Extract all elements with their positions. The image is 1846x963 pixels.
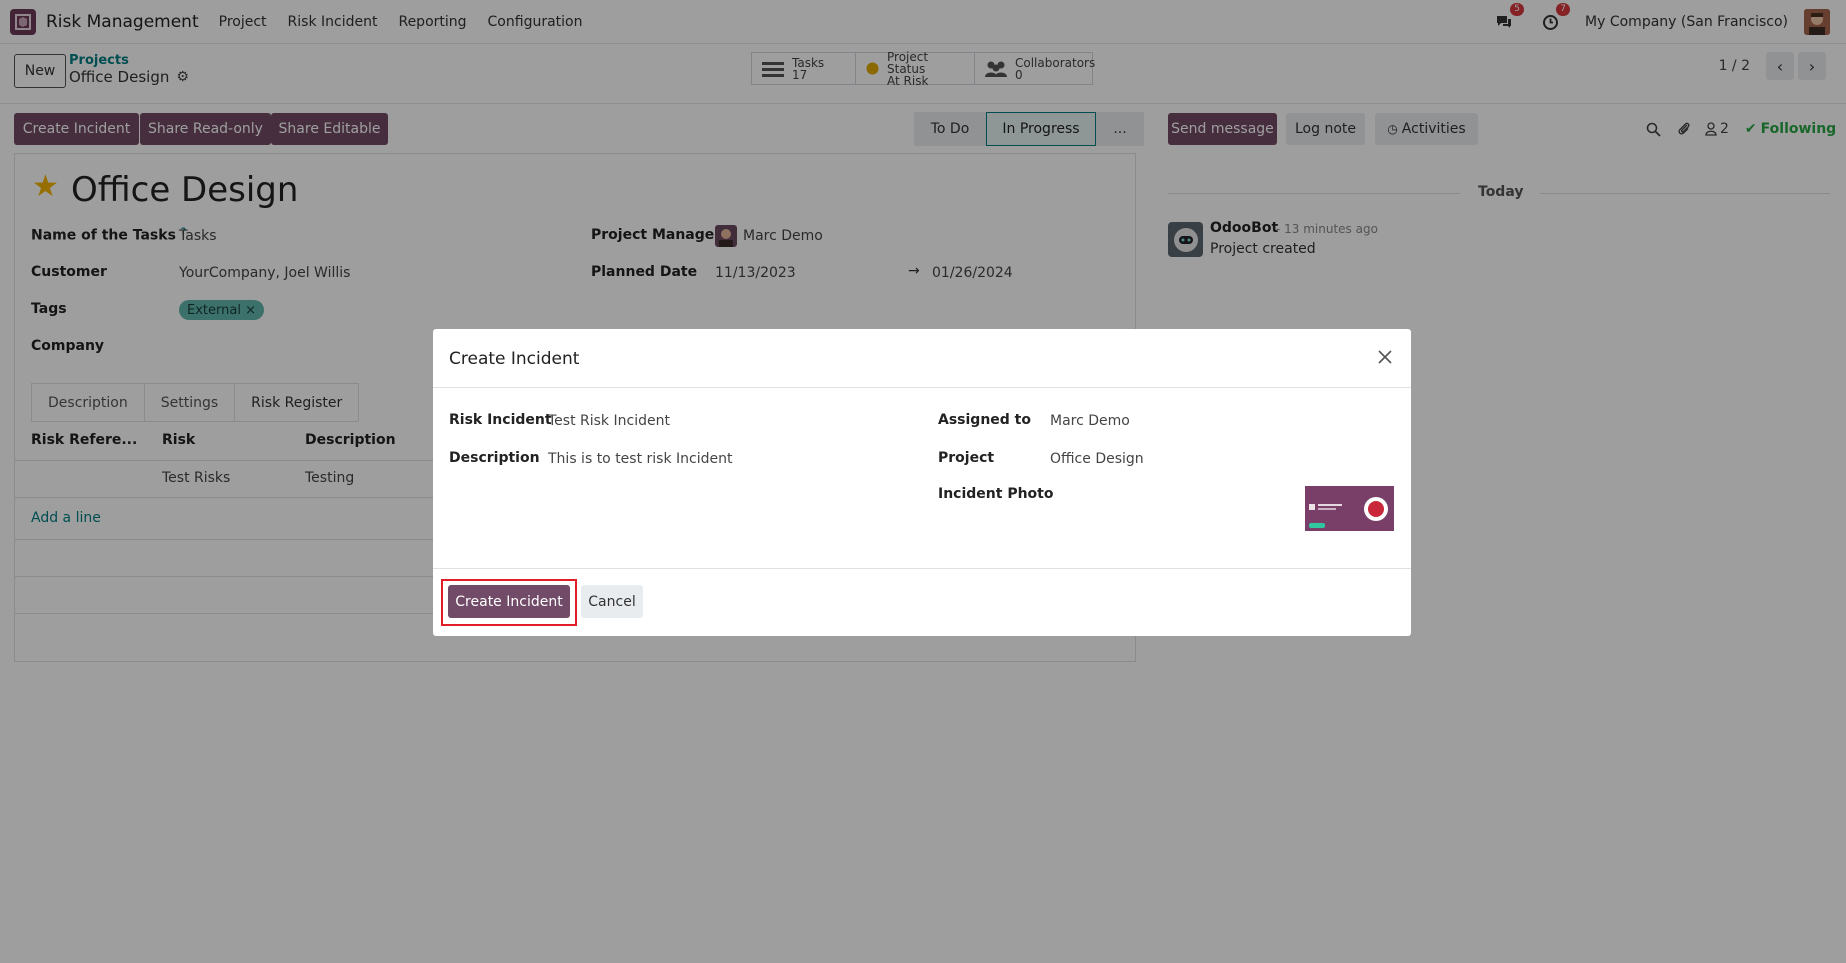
dialog-footer: Create Incident Cancel [433, 568, 1411, 636]
create-incident-dialog: Create Incident Risk Incident Test Risk … [433, 329, 1411, 636]
project-label: Project [938, 450, 995, 466]
assigned-to-label: Assigned to [938, 412, 1031, 428]
description-field[interactable]: This is to test risk Incident [548, 451, 732, 467]
close-button[interactable] [1373, 345, 1397, 369]
incident-photo-image[interactable] [1305, 486, 1394, 531]
dialog-header: Create Incident [433, 329, 1411, 388]
close-icon [1378, 350, 1392, 364]
create-incident-button[interactable]: Create Incident [448, 585, 570, 618]
cancel-button[interactable]: Cancel [581, 585, 643, 618]
risk-incident-field[interactable]: Test Risk Incident [548, 413, 670, 429]
description-label: Description [449, 450, 540, 466]
dialog-title: Create Incident [449, 349, 580, 369]
assigned-to-field[interactable]: Marc Demo [1050, 413, 1130, 429]
incident-photo-label: Incident Photo [938, 486, 1054, 502]
project-field[interactable]: Office Design [1050, 451, 1144, 467]
risk-incident-label: Risk Incident [449, 412, 552, 428]
